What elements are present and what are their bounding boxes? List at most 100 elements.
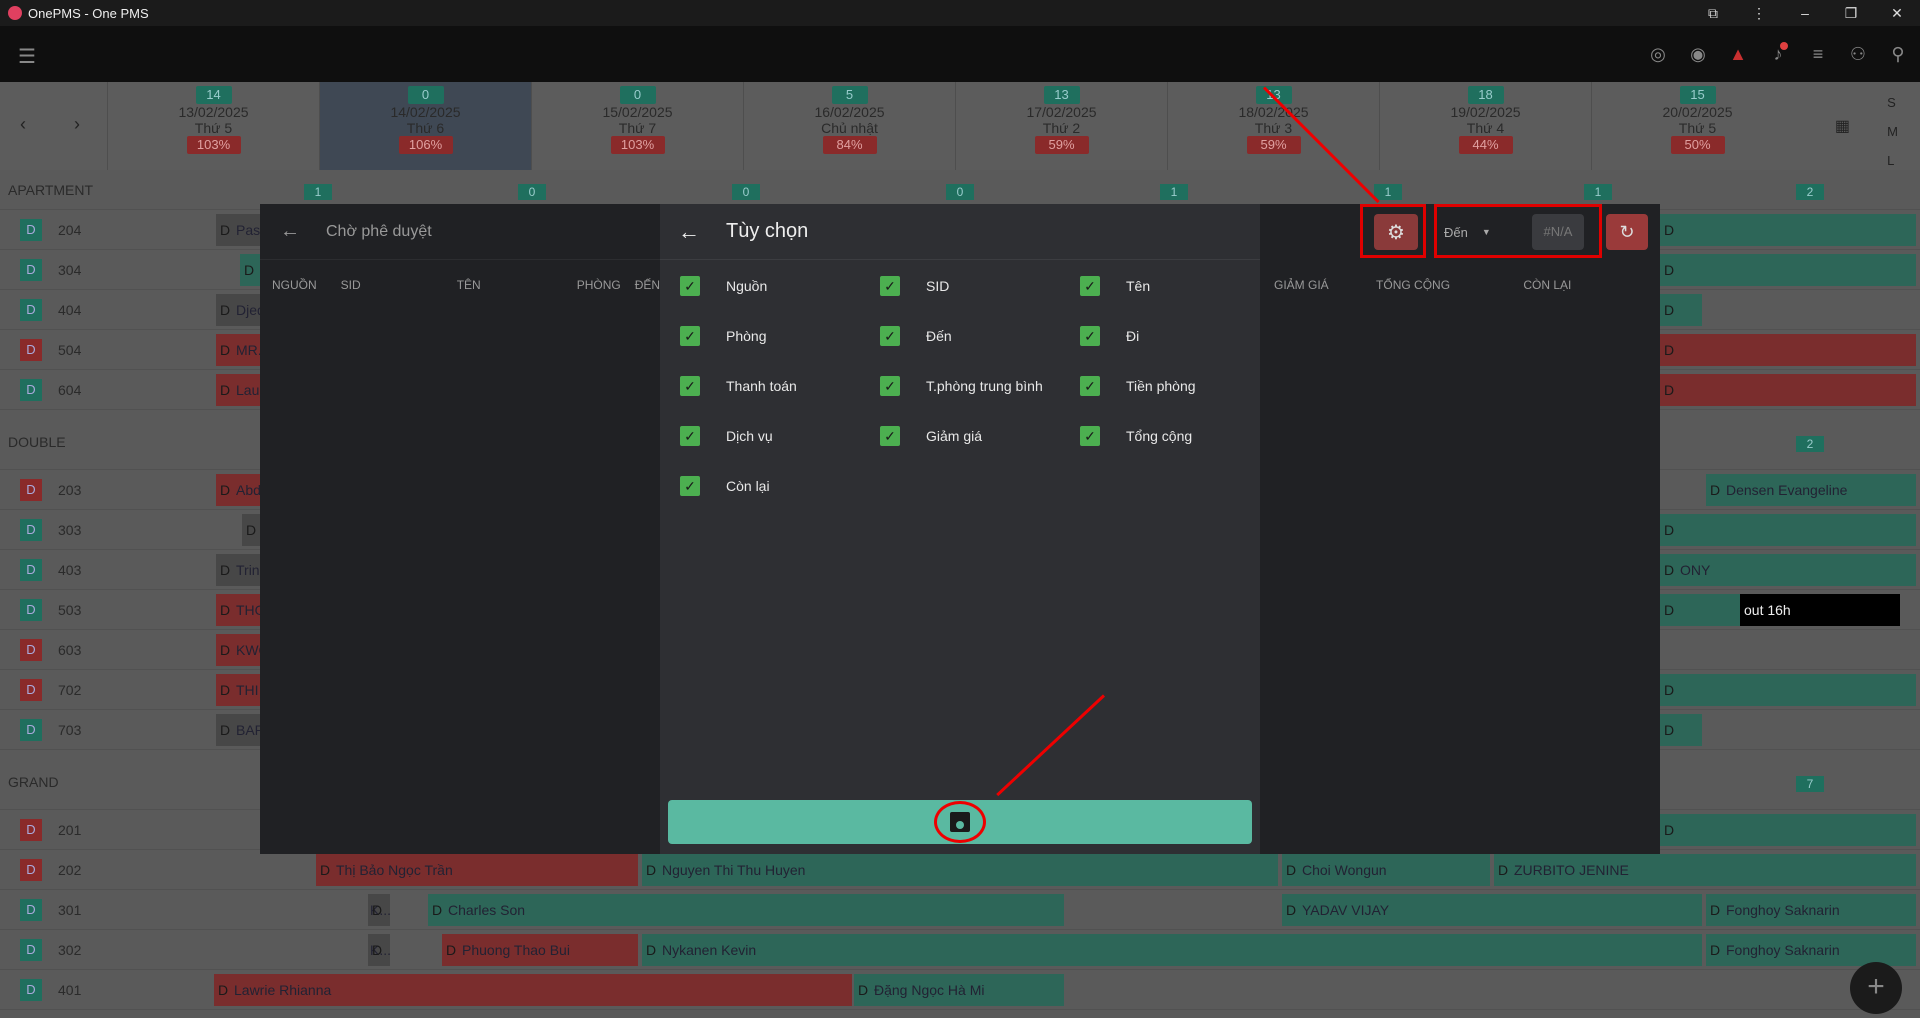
col-name[interactable]: TÊN [457,278,481,292]
check-icon[interactable]: ✓ [680,326,700,346]
booking-bar[interactable]: Thị Bảo Ngọc Trần [316,854,638,886]
option-checkbox[interactable]: ✓ Tổng cộng [1080,424,1192,448]
date-column-today[interactable]: 0 14/02/2025 Thứ 6 106% [319,82,531,170]
booking-bar[interactable] [1660,714,1702,746]
booking-bar[interactable] [1660,814,1916,846]
booking-bar[interactable]: Choi Wongun [1282,854,1490,886]
occupancy-badge: 84% [822,136,877,154]
check-icon[interactable]: ✓ [1080,376,1100,396]
date-column[interactable]: 15 20/02/2025 Thứ 5 50% [1591,82,1803,170]
extension-icon[interactable]: ⧉ [1690,0,1736,26]
check-icon[interactable]: ✓ [1080,276,1100,296]
date-column[interactable]: 5 16/02/2025 Chủ nhật 84% [743,82,955,170]
check-icon[interactable]: ✓ [1080,326,1100,346]
check-icon[interactable]: ✓ [680,276,700,296]
kebab-menu-icon[interactable]: ⋮ [1736,0,1782,26]
highlight-box-filter [1434,204,1602,258]
size-s-option[interactable]: S [1887,88,1898,117]
option-checkbox[interactable]: ✓ Thanh toán [680,374,797,398]
option-label: SID [926,278,950,294]
check-icon[interactable]: ✓ [880,426,900,446]
size-m-option[interactable]: M [1887,117,1898,146]
col-sid[interactable]: SID [341,278,361,292]
warning-icon[interactable]: ▲ [1724,40,1752,68]
check-icon[interactable]: ✓ [880,276,900,296]
booking-bar[interactable]: ZURBITO JENINE [1494,854,1916,886]
date-column[interactable]: 0 15/02/2025 Thứ 7 103% [531,82,743,170]
booking-bar[interactable]: ONY [1660,554,1916,586]
booking-bar[interactable] [1660,214,1916,246]
option-checkbox[interactable]: ✓ Dịch vụ [680,424,773,448]
col-room[interactable]: PHÒNG [577,278,621,292]
col-source[interactable]: NGUỒN [272,278,317,292]
col-remaining[interactable]: CÒN LẠI [1523,278,1571,292]
highlight-circle-save [934,801,986,843]
close-button[interactable]: ✕ [1874,0,1920,26]
booking-bar[interactable]: YADAV VIJAY [1282,894,1702,926]
booking-bar[interactable]: Đặng Ngọc Hà Mi [854,974,1064,1006]
prev-arrow-icon[interactable]: ‹ [20,114,26,135]
option-checkbox[interactable]: ✓ Còn lại [680,474,770,498]
booking-bar[interactable] [1660,594,1740,626]
eye-icon[interactable]: ◉ [1684,40,1712,68]
check-icon[interactable]: ✓ [880,376,900,396]
booking-bar[interactable] [1660,334,1916,366]
add-user-icon[interactable]: ⚇ [1844,40,1872,68]
hamburger-menu-icon[interactable]: ☰ [18,44,36,69]
add-fab-button[interactable]: + [1850,962,1902,1014]
occupancy-badge: 59% [1034,136,1089,154]
option-checkbox[interactable]: ✓ Tên [1080,274,1150,298]
col-arrival[interactable]: ĐẾN [635,278,660,292]
booking-bar[interactable]: Charles Son [428,894,1064,926]
option-checkbox[interactable]: ✓ Giảm giá [880,424,982,448]
booking-bar[interactable] [1660,514,1916,546]
option-checkbox[interactable]: ✓ T.phòng trung bình [880,374,1043,398]
booking-bar[interactable] [1660,374,1916,406]
booking-bar[interactable]: Nykanen Kevin [642,934,1702,966]
option-checkbox[interactable]: ✓ Nguồn [680,274,767,298]
minimize-button[interactable]: – [1782,0,1828,26]
room-status-badge: D [20,599,42,621]
check-icon[interactable]: ✓ [680,426,700,446]
back-arrow-icon[interactable]: ← [678,219,700,245]
list-icon[interactable]: ≡ [1804,40,1832,68]
date-column[interactable]: 18 19/02/2025 Thứ 4 44% [1379,82,1591,170]
booking-bar[interactable]: Phuong Thao Bui [442,934,638,966]
check-icon[interactable]: ✓ [680,476,700,496]
option-checkbox[interactable]: ✓ Tiền phòng [1080,374,1196,398]
search-icon[interactable]: ⚲ [1884,40,1912,68]
booking-bar[interactable]: Fonghoy Saknarin [1706,934,1916,966]
weekday-label: Thứ 3 [1254,120,1293,136]
col-discount[interactable]: GIẢM GIÁ [1274,278,1329,292]
room-number: 703 [58,722,82,738]
option-checkbox[interactable]: ✓ Đi [1080,324,1139,348]
booking-bar[interactable] [1660,674,1916,706]
col-total[interactable]: TỔNG CỘNG [1376,278,1450,292]
totals-panel: ⚙ Đến ▼ #N/A ↻ GIẢM GIÁ TỔNG CỘNG CÒN LẠ… [1260,204,1660,854]
back-arrow-icon[interactable]: ← [280,220,300,243]
booking-bar[interactable] [1660,254,1916,286]
booking-bar[interactable]: Fonghoy Saknarin [1706,894,1916,926]
booking-bar[interactable]: K... [368,894,390,926]
booking-bar[interactable]: Densen Evangeline [1706,474,1916,506]
option-checkbox[interactable]: ✓ Phòng [680,324,766,348]
view-size-toggle[interactable]: S M L [1887,88,1898,175]
check-icon[interactable]: ✓ [680,376,700,396]
booking-bar[interactable]: Nguyen Thi Thu Huyen [642,854,1278,886]
booking-bar[interactable] [1660,294,1702,326]
bell-icon[interactable]: ♪ [1764,40,1792,68]
restore-button[interactable]: ❐ [1828,0,1874,26]
date-column[interactable]: 13 17/02/2025 Thứ 2 59% [955,82,1167,170]
date-column[interactable]: 14 13/02/2025 Thứ 5 103% [107,82,319,170]
option-checkbox[interactable]: ✓ Đến [880,324,952,348]
check-icon[interactable]: ✓ [1080,426,1100,446]
booking-note[interactable]: out 16h [1740,594,1900,626]
next-arrow-icon[interactable]: › [74,114,80,135]
booking-bar[interactable]: Lawrie Rhianna [214,974,852,1006]
option-checkbox[interactable]: ✓ SID [880,274,949,298]
calendar-icon[interactable]: ▦ [1835,116,1850,136]
refresh-button[interactable]: ↻ [1606,214,1648,250]
booking-bar[interactable]: K... [368,934,390,966]
target-icon[interactable]: ◎ [1644,40,1672,68]
check-icon[interactable]: ✓ [880,326,900,346]
